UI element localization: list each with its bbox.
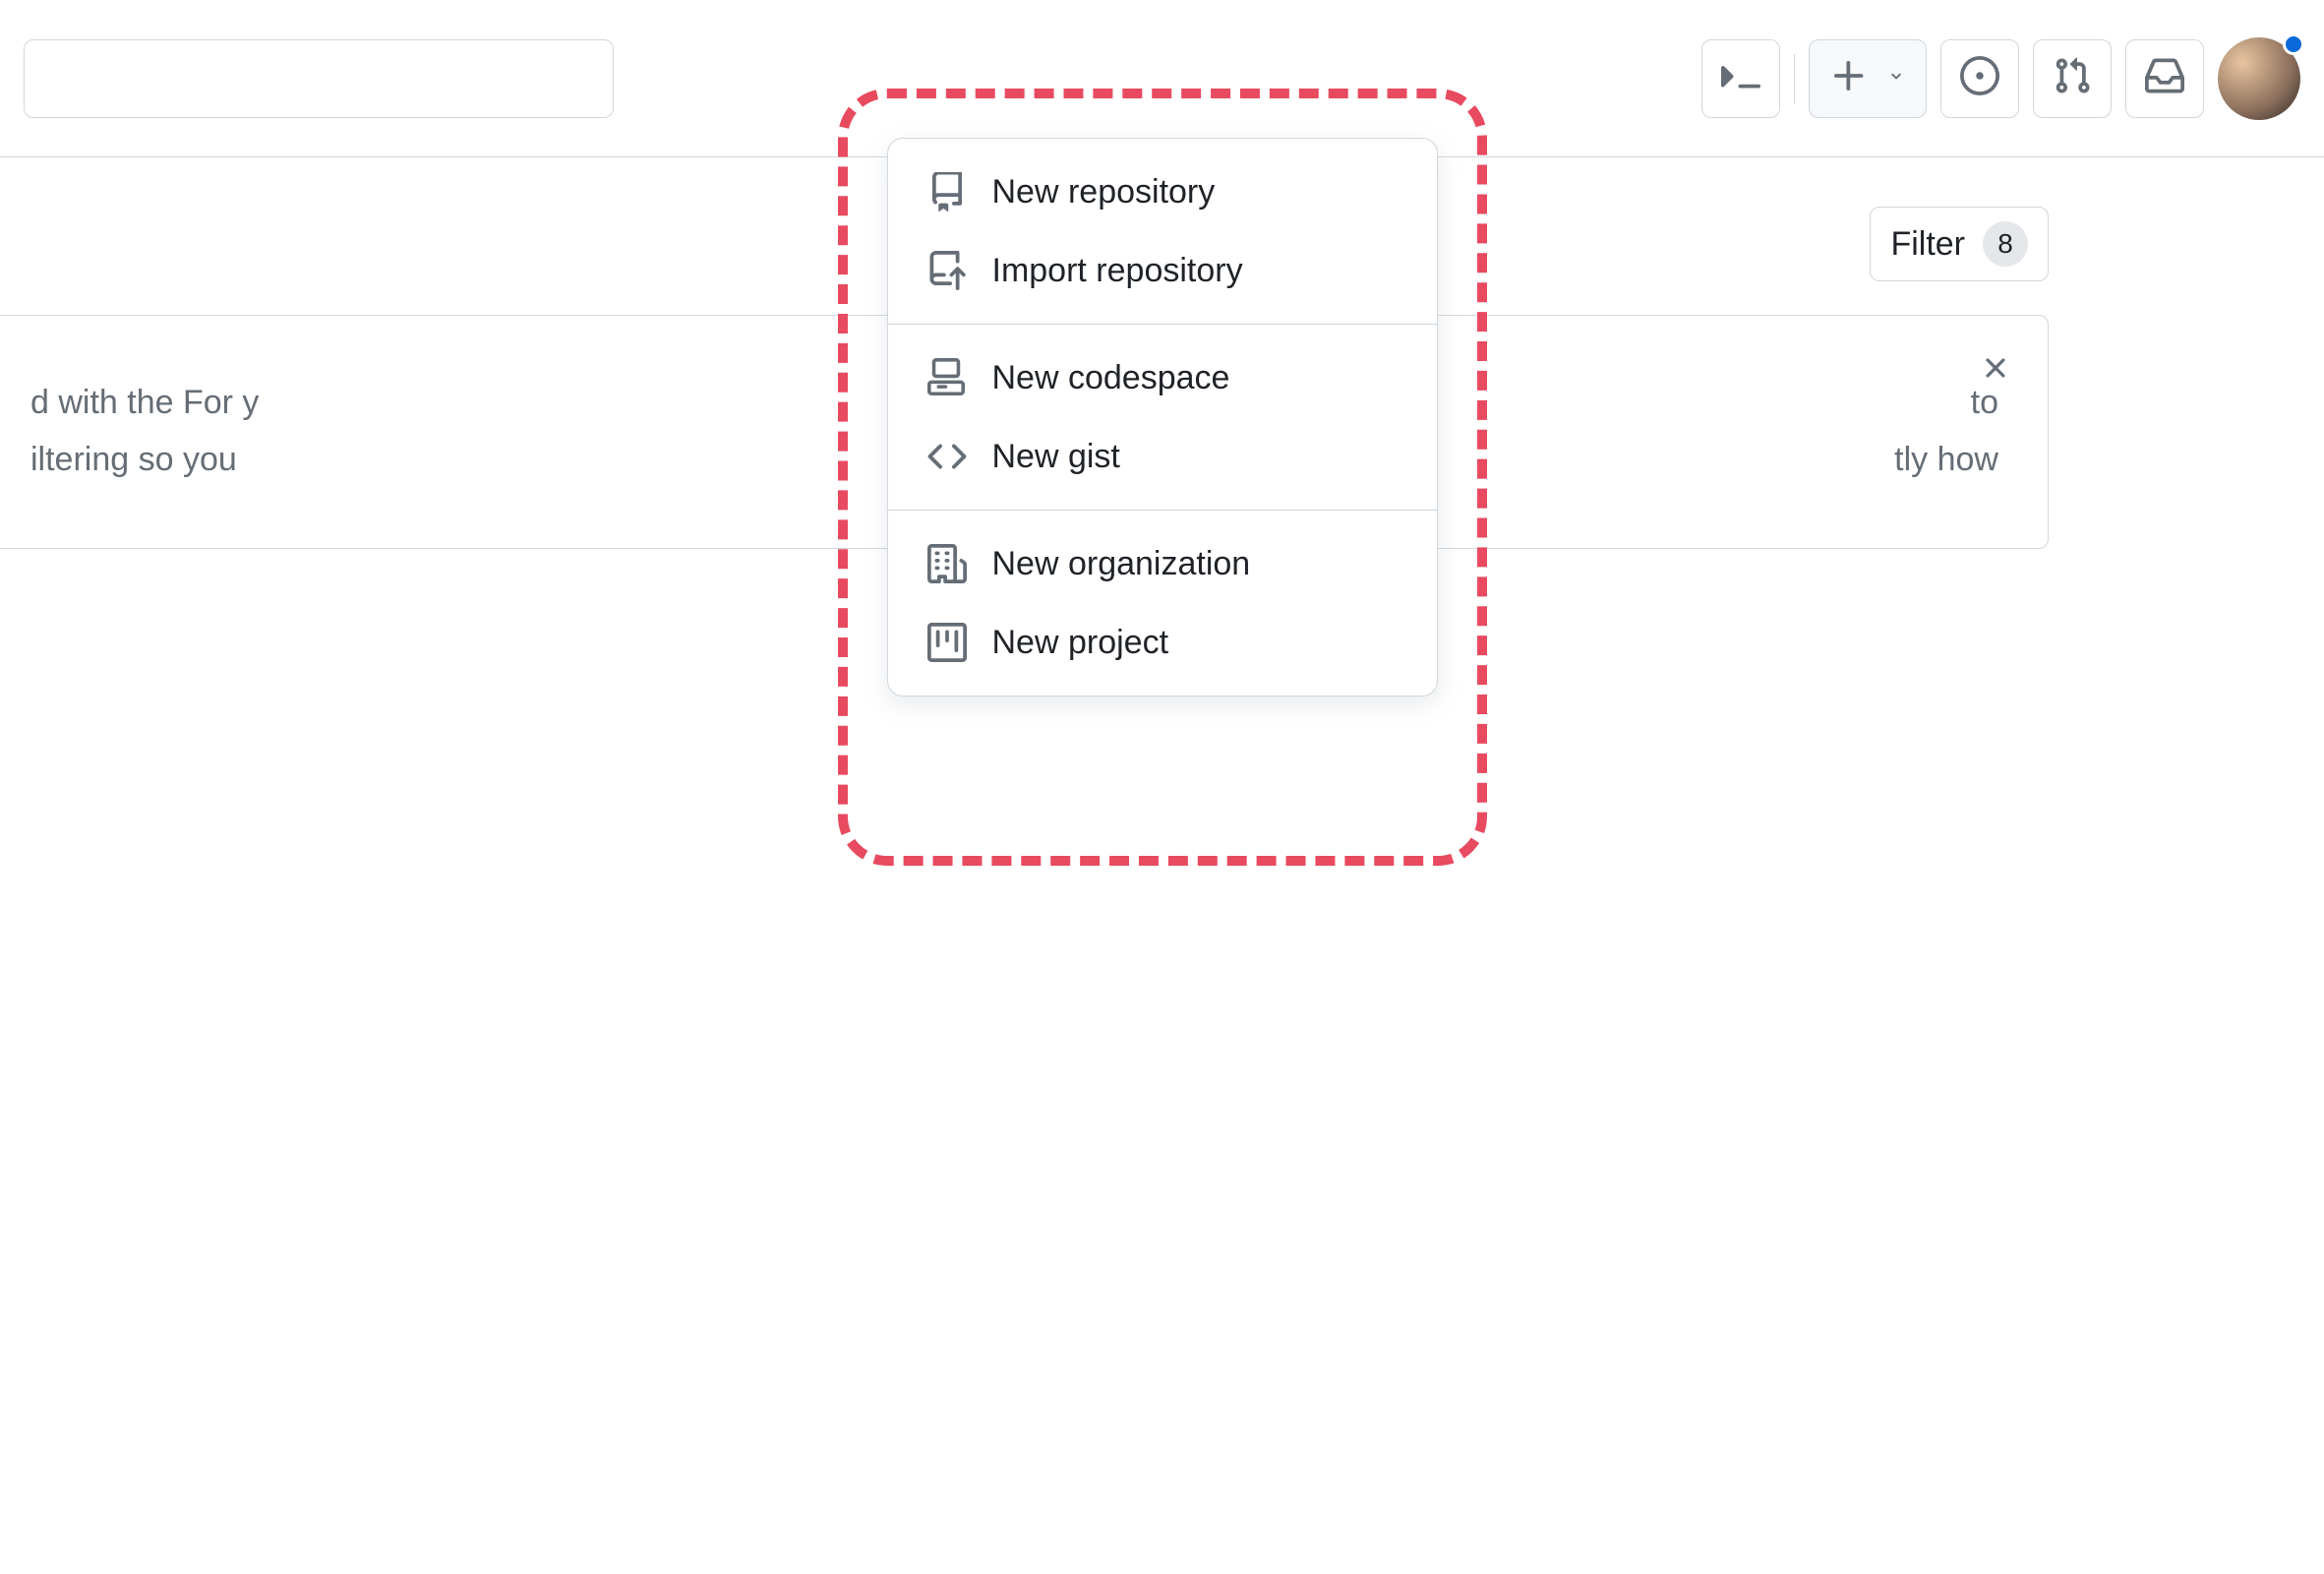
divider [1794,54,1795,103]
filter-label: Filter [1890,225,1965,264]
menu-item-label: Import repository [992,252,1243,290]
command-palette-button[interactable] [1701,39,1780,118]
menu-item-new-project[interactable]: New project [888,603,1437,682]
menu-item-label: New gist [992,438,1120,476]
inbox-icon [2145,56,2184,100]
repo-push-icon [927,251,967,290]
menu-item-label: New project [992,624,1169,662]
card-text-fragment: d with the For y [30,375,259,432]
code-icon [927,437,967,476]
notification-indicator-dot [2283,33,2304,55]
filter-button[interactable]: Filter 8 [1870,207,2049,281]
caret-down-icon [1886,66,1906,91]
notifications-button[interactable] [2125,39,2204,118]
plus-icon [1829,56,1869,100]
close-icon [1979,372,2012,389]
organization-icon [927,544,967,583]
menu-item-new-repository[interactable]: New repository [888,152,1437,231]
terminal-icon [1721,56,1760,100]
dropdown-section-repo: New repository Import repository [888,139,1437,324]
filter-count-badge: 8 [1983,221,2028,267]
project-icon [927,623,967,662]
card-text-fragment: iltering so you [30,432,237,489]
repo-icon [927,172,967,212]
menu-item-import-repository[interactable]: Import repository [888,231,1437,310]
card-text-fragment: tly how [1894,432,1998,489]
menu-item-label: New repository [992,173,1216,212]
menu-item-new-codespace[interactable]: New codespace [888,338,1437,417]
dropdown-section-code: New codespace New gist [888,324,1437,510]
issues-button[interactable] [1940,39,2019,118]
menu-item-new-organization[interactable]: New organization [888,524,1437,603]
menu-item-new-gist[interactable]: New gist [888,417,1437,496]
pull-requests-button[interactable] [2033,39,2112,118]
create-new-button[interactable] [1809,39,1927,118]
codespaces-icon [927,358,967,397]
user-avatar-wrapper [2218,37,2300,120]
close-button[interactable] [1979,351,2012,390]
git-pull-request-icon [2053,56,2092,100]
menu-item-label: New organization [992,545,1251,583]
dropdown-section-org: New organization New project [888,510,1437,696]
search-input[interactable] [24,39,614,118]
menu-item-label: New codespace [992,359,1230,397]
issue-opened-icon [1960,56,1999,100]
global-header [0,0,2324,157]
create-new-dropdown: New repository Import repository New cod… [887,138,1438,696]
